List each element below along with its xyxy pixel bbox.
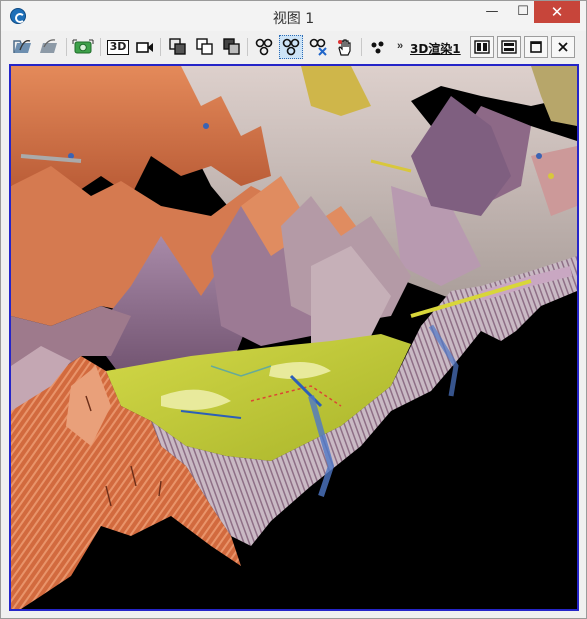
3d-badge: 3D (106, 39, 130, 55)
save-icon[interactable] (37, 35, 61, 59)
app-window: 视图 1 — ☐ ✕ 3D » 3D渲染1 (0, 0, 587, 619)
toolbar: 3D » 3D渲染1 (1, 31, 586, 63)
toolbar-overflow-chevron[interactable]: » (397, 40, 403, 52)
3d-view-icon[interactable]: 3D (105, 35, 131, 59)
camera-icon[interactable] (133, 35, 157, 59)
render-tab-link[interactable]: 3D渲染1 (410, 40, 461, 57)
pan-hand-icon[interactable] (333, 35, 357, 59)
title-bar[interactable]: 视图 1 — ☐ ✕ (1, 1, 586, 31)
layer-copy-icon[interactable] (193, 35, 217, 59)
close-view-icon[interactable] (551, 36, 575, 58)
network-icon[interactable] (252, 35, 276, 59)
network-selected-icon[interactable] (279, 35, 303, 59)
toolbar-separator (100, 38, 101, 56)
toolbar-separator (160, 38, 161, 56)
toolbar-separator (66, 38, 67, 56)
minimize-button[interactable]: — (478, 1, 506, 23)
layer-stack-icon[interactable] (166, 35, 190, 59)
network-remove-icon[interactable] (306, 35, 330, 59)
restore-icon[interactable] (524, 36, 548, 58)
layer-merge-icon[interactable] (220, 35, 244, 59)
3d-render-viewport[interactable] (9, 64, 579, 611)
toolbar-separator (361, 38, 362, 56)
terrain-render (11, 66, 577, 609)
split-vertical-icon[interactable] (470, 36, 494, 58)
points-icon[interactable] (366, 35, 390, 59)
maximize-button[interactable]: ☐ (509, 1, 537, 23)
close-button[interactable]: ✕ (534, 1, 580, 23)
split-horizontal-icon[interactable] (497, 36, 521, 58)
open-icon[interactable] (11, 35, 35, 59)
toolbar-separator (247, 38, 248, 56)
snapshot-icon[interactable] (71, 35, 95, 59)
